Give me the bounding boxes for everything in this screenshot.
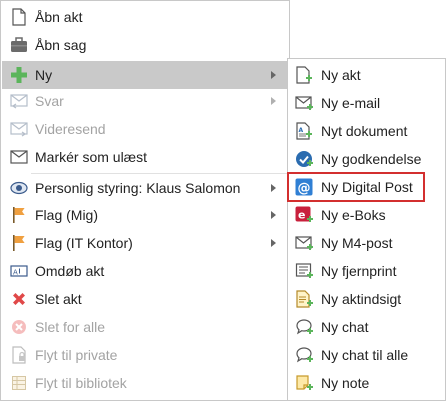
menu-item-open-case[interactable]: Åbn sag — [2, 31, 288, 59]
menu-item-label: Flyt til private — [35, 347, 118, 363]
svg-text:@: @ — [298, 181, 311, 196]
svg-text:A: A — [13, 269, 18, 277]
menu-item-delete[interactable]: Slet akt — [2, 285, 288, 313]
menu-item-delete-for-all[interactable]: Slet for alle — [2, 313, 288, 341]
plus-icon — [8, 64, 30, 86]
menu-item-label: Flag (IT Kontor) — [35, 235, 133, 251]
menu-item-label: Ny chat til alle — [321, 347, 409, 363]
new-submenu: Ny akt Ny e-mail A Nyt dokument Ny godke… — [287, 58, 446, 401]
new-text-document-icon: A — [293, 120, 315, 142]
flag-icon — [8, 232, 30, 254]
submenu-item-new-note[interactable]: Ny note — [289, 369, 444, 397]
menu-item-move-to-private[interactable]: Flyt til private — [2, 341, 288, 369]
menu-item-label: Ny chat — [321, 319, 369, 335]
menu-item-label: Svar — [35, 93, 64, 109]
menu-item-forward[interactable]: Videresend — [2, 115, 288, 143]
submenu-item-new-m4-post[interactable]: Ny M4-post — [289, 229, 444, 257]
submenu-item-new-approval[interactable]: Ny godkendelse — [289, 145, 444, 173]
rename-icon: A — [8, 260, 30, 282]
new-mail-icon — [293, 92, 315, 114]
note-icon — [293, 372, 315, 394]
menu-item-label: Markér som ulæst — [35, 149, 148, 165]
menu-item-label: Ny fjernprint — [321, 263, 397, 279]
context-menu: Åbn akt Åbn sag Ny Svar Videresend Marké… — [0, 0, 290, 401]
remote-print-icon — [293, 260, 315, 282]
eye-icon — [8, 177, 30, 199]
forward-mail-icon — [8, 118, 30, 140]
chevron-right-icon — [271, 71, 276, 79]
submenu-item-new-eboks[interactable]: e Ny e-Boks — [289, 201, 444, 229]
svg-text:e: e — [298, 209, 305, 222]
submenu-item-new-remote-print[interactable]: Ny fjernprint — [289, 257, 444, 285]
access-request-icon — [293, 288, 315, 310]
menu-item-label: Personlig styring: Klaus Salomon — [35, 180, 241, 196]
menu-item-label: Nyt dokument — [321, 123, 408, 139]
submenu-item-new-document[interactable]: A Nyt dokument — [289, 117, 444, 145]
menu-item-label: Flyt til bibliotek — [35, 375, 127, 391]
flag-icon — [8, 204, 30, 226]
submenu-item-new-chat-all[interactable]: Ny chat til alle — [289, 341, 444, 369]
menu-item-personal-control[interactable]: Personlig styring: Klaus Salomon — [2, 174, 288, 202]
menu-item-label: Ny Digital Post — [321, 179, 413, 195]
envelope-icon — [8, 146, 30, 168]
menu-item-mark-unread[interactable]: Markér som ulæst — [2, 143, 288, 171]
submenu-item-new-access-request[interactable]: Ny aktindsigt — [289, 285, 444, 313]
menu-item-label: Omdøb akt — [35, 263, 105, 279]
menu-item-flag-it-office[interactable]: Flag (IT Kontor) — [2, 229, 288, 257]
chevron-right-icon — [271, 239, 276, 247]
menu-item-label: Ny godkendelse — [321, 151, 422, 167]
menu-item-label: Ny aktindsigt — [321, 291, 402, 307]
menu-item-label: Ny e-Boks — [321, 207, 386, 223]
svg-text:A: A — [299, 127, 304, 134]
lock-document-icon — [8, 344, 30, 366]
chevron-right-icon — [271, 184, 276, 192]
menu-item-rename[interactable]: A Omdøb akt — [2, 257, 288, 285]
delete-x-icon — [8, 288, 30, 310]
menu-item-label: Ny — [35, 67, 53, 83]
menu-item-label: Videresend — [35, 121, 106, 137]
reply-mail-icon — [8, 90, 30, 112]
submenu-item-new-record[interactable]: Ny akt — [289, 61, 444, 89]
submenu-item-new-chat[interactable]: Ny chat — [289, 313, 444, 341]
approval-check-icon — [293, 148, 315, 170]
new-document-icon — [293, 64, 315, 86]
document-icon — [8, 6, 30, 28]
menu-item-label: Åbn sag — [35, 37, 87, 53]
submenu-item-new-email[interactable]: Ny e-mail — [289, 89, 444, 117]
menu-item-label: Ny e-mail — [321, 95, 381, 111]
chat-all-icon — [293, 344, 315, 366]
menu-item-label: Slet akt — [35, 291, 82, 307]
menu-item-reply[interactable]: Svar — [2, 87, 288, 115]
menu-item-label: Ny note — [321, 375, 370, 391]
digital-post-at-icon: @ — [293, 176, 315, 198]
menu-item-label: Flag (Mig) — [35, 207, 99, 223]
library-icon — [8, 372, 30, 394]
menu-item-open-record[interactable]: Åbn akt — [2, 3, 288, 31]
menu-item-label: Åbn akt — [35, 9, 83, 25]
menu-item-move-to-library[interactable]: Flyt til bibliotek — [2, 369, 288, 397]
menu-item-label: Ny M4-post — [321, 235, 393, 251]
chevron-right-icon — [271, 97, 276, 105]
menu-item-label: Slet for alle — [35, 319, 106, 335]
chat-icon — [293, 316, 315, 338]
chevron-right-icon — [271, 211, 276, 219]
menu-item-flag-me[interactable]: Flag (Mig) — [2, 201, 288, 229]
menu-item-new[interactable]: Ny — [2, 61, 288, 89]
briefcase-icon — [8, 34, 30, 56]
menu-item-label: Ny akt — [321, 67, 361, 83]
delete-circle-icon — [8, 316, 30, 338]
m4-mail-icon — [293, 232, 315, 254]
eboks-icon: e — [293, 204, 315, 226]
submenu-item-new-digital-post[interactable]: @ Ny Digital Post — [289, 173, 444, 201]
